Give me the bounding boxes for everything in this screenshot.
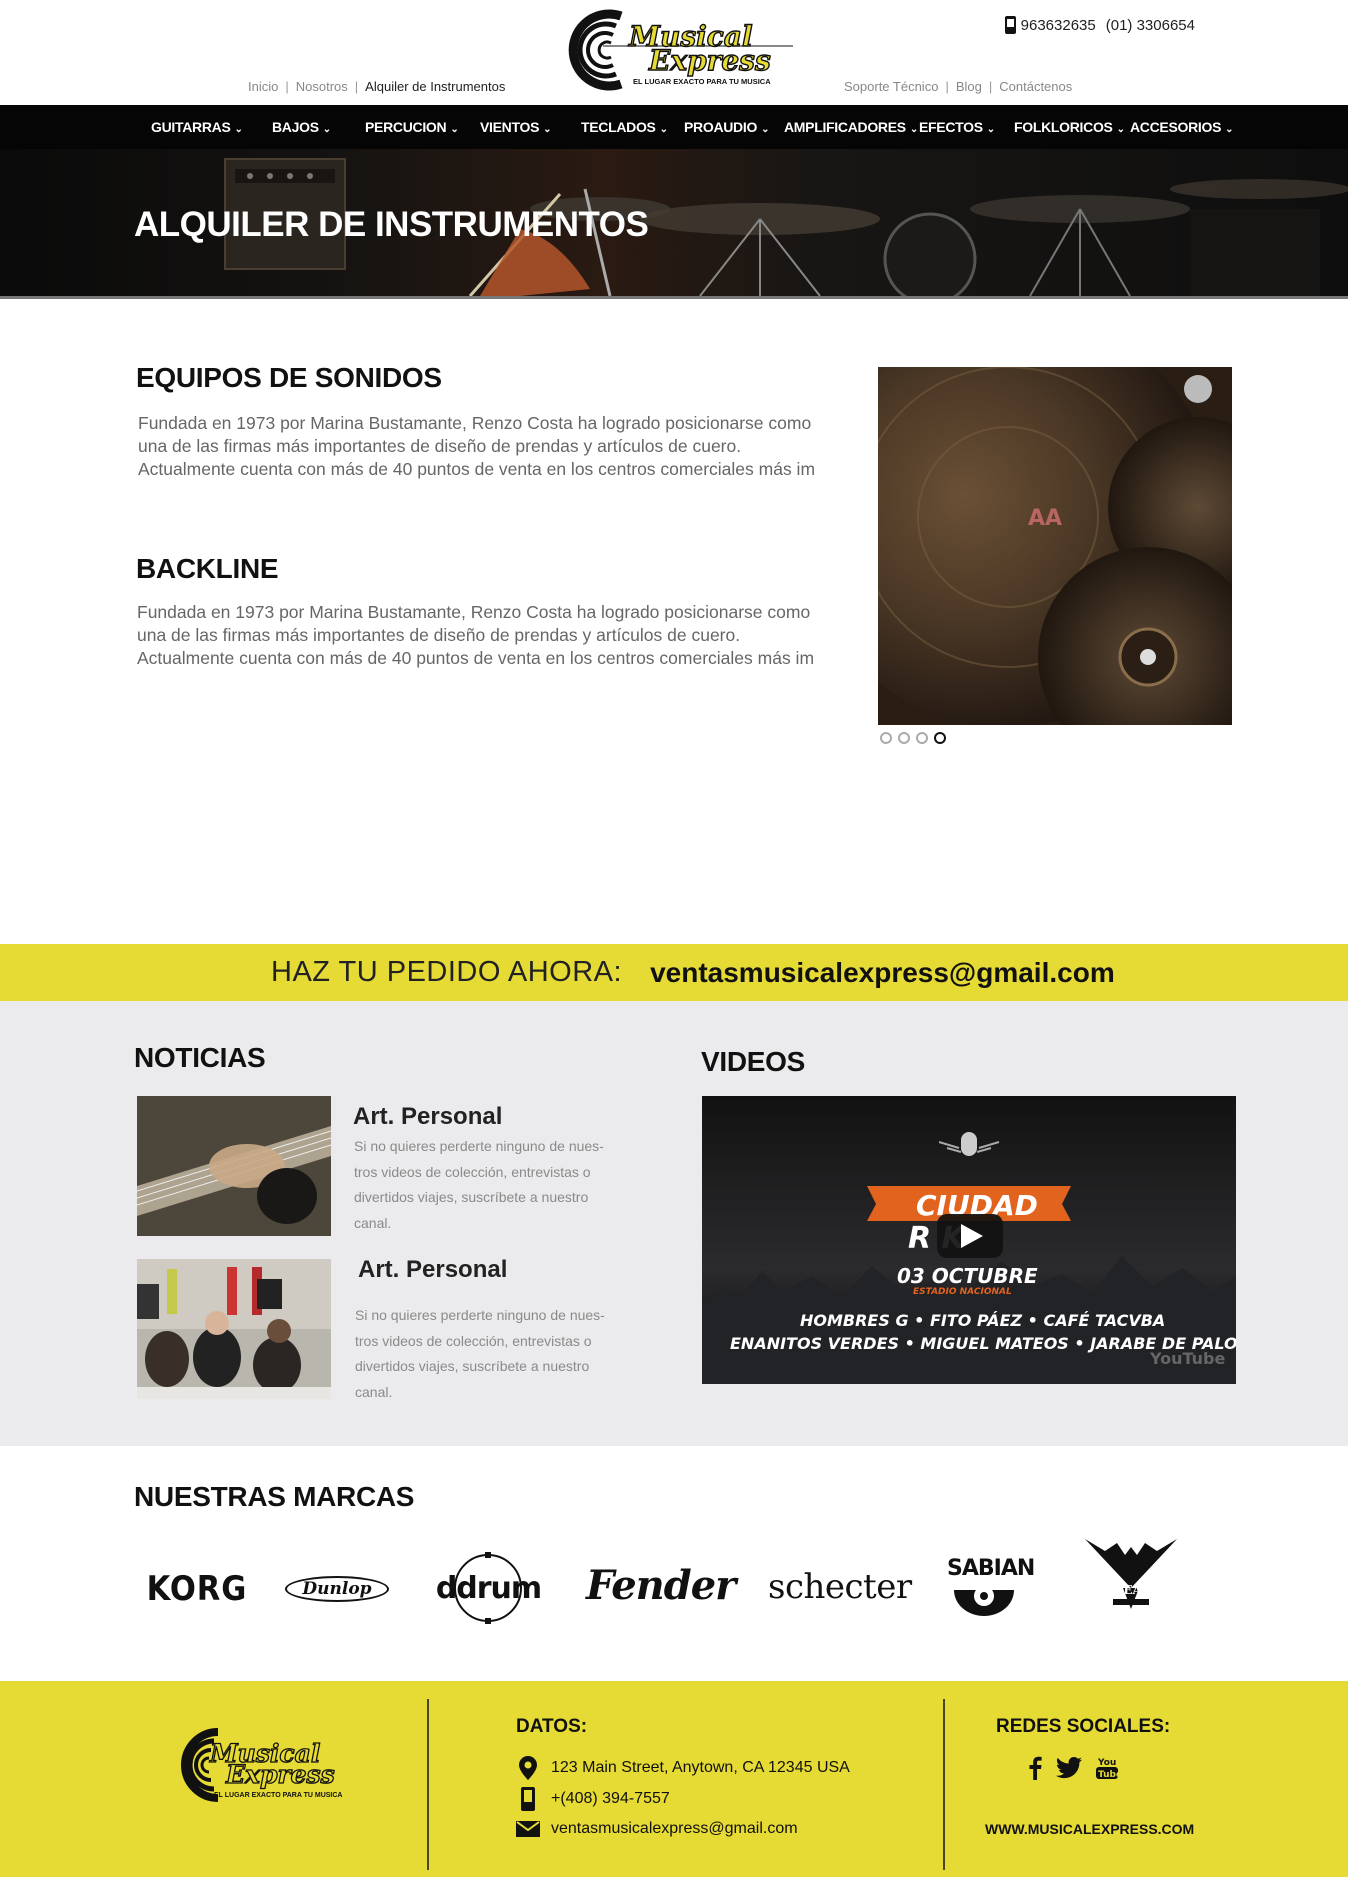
nav-amplificadores[interactable]: AMPLIFICADORES ⌄ bbox=[784, 119, 919, 135]
twitter-icon[interactable] bbox=[1056, 1757, 1082, 1779]
chevron-down-icon: ⌄ bbox=[1116, 123, 1125, 135]
location-icon bbox=[516, 1756, 540, 1780]
brand-ddrum[interactable]: ddrum bbox=[436, 1552, 542, 1624]
svg-text:YouTube: YouTube bbox=[1149, 1349, 1226, 1368]
svg-text:Express: Express bbox=[225, 1760, 335, 1789]
top-links-left: Inicio | Nosotros | Alquiler de Instrumentos bbox=[248, 79, 506, 94]
footer-email[interactable]: ventasmusicalexpress@gmail.com bbox=[516, 1820, 798, 1838]
section-title-backline: BACKLINE bbox=[136, 553, 279, 584]
nav-accesorios[interactable]: ACCESORIOS ⌄ bbox=[1130, 119, 1234, 135]
nav-folkloricos[interactable]: FOLKLORICOS ⌄ bbox=[1014, 119, 1130, 135]
facebook-icon[interactable] bbox=[1028, 1756, 1042, 1780]
chevron-down-icon: ⌄ bbox=[1225, 123, 1234, 135]
svg-text:EL LUGAR EXACTO PARA TU MUSICA: EL LUGAR EXACTO PARA TU MUSICA bbox=[633, 77, 771, 86]
svg-text:03 OCTUBRE: 03 OCTUBRE bbox=[897, 1264, 1038, 1288]
main-nav: GUITARRAS ⌄ BAJOS ⌄ PERCUCION ⌄ VIENTOS ⌄ TE… bbox=[0, 105, 1348, 149]
chevron-down-icon: ⌄ bbox=[909, 123, 918, 135]
social-links: You Tube bbox=[1028, 1756, 1132, 1780]
footer-address: 123 Main Street, Anytown, CA 12345 USA bbox=[516, 1756, 850, 1780]
link-soporte[interactable]: Soporte Técnico bbox=[844, 79, 938, 94]
footer-logo[interactable]: Musical Express EL LUGAR EXACTO PARA TU … bbox=[148, 1726, 380, 1804]
slider-dots bbox=[880, 732, 952, 744]
youtube-icon[interactable]: You Tube bbox=[1096, 1756, 1118, 1780]
brand-dean[interactable]: DEAN bbox=[1083, 1533, 1179, 1613]
link-nosotros[interactable]: Nosotros bbox=[296, 79, 348, 94]
image-slider[interactable]: AA bbox=[878, 367, 1232, 725]
svg-text:ESTADIO NACIONAL: ESTADIO NACIONAL bbox=[913, 1287, 1012, 1297]
footer-divider bbox=[427, 1699, 429, 1870]
news-image-1[interactable] bbox=[137, 1096, 331, 1236]
chevron-down-icon: ⌄ bbox=[659, 123, 668, 135]
nav-percucion[interactable]: PERCUCION ⌄ bbox=[365, 119, 480, 135]
brand-korg[interactable]: KORG bbox=[141, 1569, 253, 1609]
top-header: 963632635 (01) 3306654 Inicio | Nosotros | A… bbox=[0, 0, 1348, 105]
footer-website-link[interactable]: WWW.MUSICALEXPRESS.COM bbox=[985, 1821, 1194, 1837]
slider-dot[interactable] bbox=[880, 732, 892, 744]
nav-vientos[interactable]: VIENTOS ⌄ bbox=[480, 119, 581, 135]
news-item-title-2[interactable]: Art. Personal bbox=[358, 1256, 507, 1284]
link-blog[interactable]: Blog bbox=[956, 79, 982, 94]
footer-social-title: REDES SOCIALES: bbox=[996, 1716, 1171, 1737]
phone-icon bbox=[1004, 16, 1016, 34]
slider-dot[interactable] bbox=[916, 732, 928, 744]
news-item-title-1[interactable]: Art. Personal bbox=[353, 1103, 502, 1131]
svg-text:You: You bbox=[1097, 1758, 1116, 1768]
svg-text:HOMBRES G • FITO PÁEZ • CAFÉ T: HOMBRES G • FITO PÁEZ • CAFÉ TACVBA bbox=[800, 1311, 1165, 1330]
top-links-right: Soporte Técnico | Blog | Contáctenos bbox=[844, 79, 1073, 94]
cta-email[interactable]: ventasmusicalexpress@gmail.com bbox=[650, 957, 1115, 989]
brands-title: NUESTRAS MARCAS bbox=[134, 1481, 415, 1512]
phone-numbers: 963632635 (01) 3306654 bbox=[1004, 16, 1195, 34]
nav-proaudio[interactable]: PROAUDIO ⌄ bbox=[684, 119, 784, 135]
page-title: ALQUILER DE INSTRUMENTOS bbox=[134, 205, 649, 244]
svg-text:Tube: Tube bbox=[1098, 1770, 1118, 1780]
chevron-down-icon: ⌄ bbox=[986, 123, 995, 135]
section-title-equipos: EQUIPOS DE SONIDOS bbox=[136, 362, 442, 393]
mail-icon bbox=[516, 1821, 540, 1837]
link-contactenos[interactable]: Contáctenos bbox=[999, 79, 1072, 94]
link-alquiler[interactable]: Alquiler de Instrumentos bbox=[365, 79, 505, 94]
brand-sabian[interactable]: SABIAN bbox=[946, 1556, 1035, 1620]
videos-title: VIDEOS bbox=[701, 1046, 806, 1077]
link-inicio[interactable]: Inicio bbox=[248, 79, 278, 94]
section-text-equipos: Fundada en 1973 por Marina Bustamante, R… bbox=[138, 413, 816, 479]
news-item-text-1: Si no quieres perderte ninguno de nues- … bbox=[354, 1138, 604, 1231]
slider-dot[interactable] bbox=[898, 732, 910, 744]
brand-fender[interactable]: Fender bbox=[586, 1562, 736, 1609]
footer-phone: +(408) 394-7557 bbox=[516, 1787, 670, 1811]
phone-2: (01) 3306654 bbox=[1105, 16, 1195, 34]
section-text-backline: Fundada en 1973 por Marina Bustamante, R… bbox=[137, 602, 815, 668]
footer-datos-title: DATOS: bbox=[516, 1716, 588, 1737]
cta-label: HAZ TU PEDIDO AHORA: bbox=[271, 956, 623, 988]
news-image-2[interactable] bbox=[137, 1259, 331, 1399]
svg-text:EL LUGAR EXACTO PARA TU MUSICA: EL LUGAR EXACTO PARA TU MUSICA bbox=[214, 1792, 342, 1799]
video-player[interactable]: CIUDAD R K 03 OCTUBRE ESTADIO NACIONAL H… bbox=[702, 1096, 1236, 1384]
brand-schecter[interactable]: schecter bbox=[768, 1567, 912, 1607]
chevron-down-icon: ⌄ bbox=[450, 123, 459, 135]
nav-guitarras[interactable]: GUITARRAS ⌄ bbox=[151, 119, 272, 135]
svg-text:Express: Express bbox=[648, 44, 771, 77]
chevron-down-icon: ⌄ bbox=[322, 123, 331, 135]
mobile-icon bbox=[516, 1787, 540, 1811]
nav-bajos[interactable]: BAJOS ⌄ bbox=[272, 119, 365, 135]
chevron-down-icon: ⌄ bbox=[543, 123, 552, 135]
nav-efectos[interactable]: EFECTOS ⌄ bbox=[919, 119, 1014, 135]
brand-dunlop[interactable]: Dunlop bbox=[285, 1576, 389, 1602]
phone-1: 963632635 bbox=[1020, 16, 1096, 34]
nav-teclados[interactable]: TECLADOS ⌄ bbox=[581, 119, 684, 135]
hero-banner: ALQUILER DE INSTRUMENTOS bbox=[0, 149, 1348, 299]
footer-divider bbox=[943, 1699, 945, 1870]
chevron-down-icon: ⌄ bbox=[761, 123, 770, 135]
order-cta-band: HAZ TU PEDIDO AHORA: ventasmusicalexpres… bbox=[0, 944, 1348, 1001]
chevron-down-icon: ⌄ bbox=[234, 123, 243, 135]
news-item-text-2: Si no quieres perderte ninguno de nues- … bbox=[355, 1307, 605, 1400]
svg-text:AA: AA bbox=[1028, 506, 1062, 531]
news-title: NOTICIAS bbox=[134, 1042, 266, 1073]
site-logo[interactable]: Musical Express EL LUGAR EXACTO PARA TU … bbox=[543, 8, 803, 92]
slider-dot-active[interactable] bbox=[934, 732, 946, 744]
